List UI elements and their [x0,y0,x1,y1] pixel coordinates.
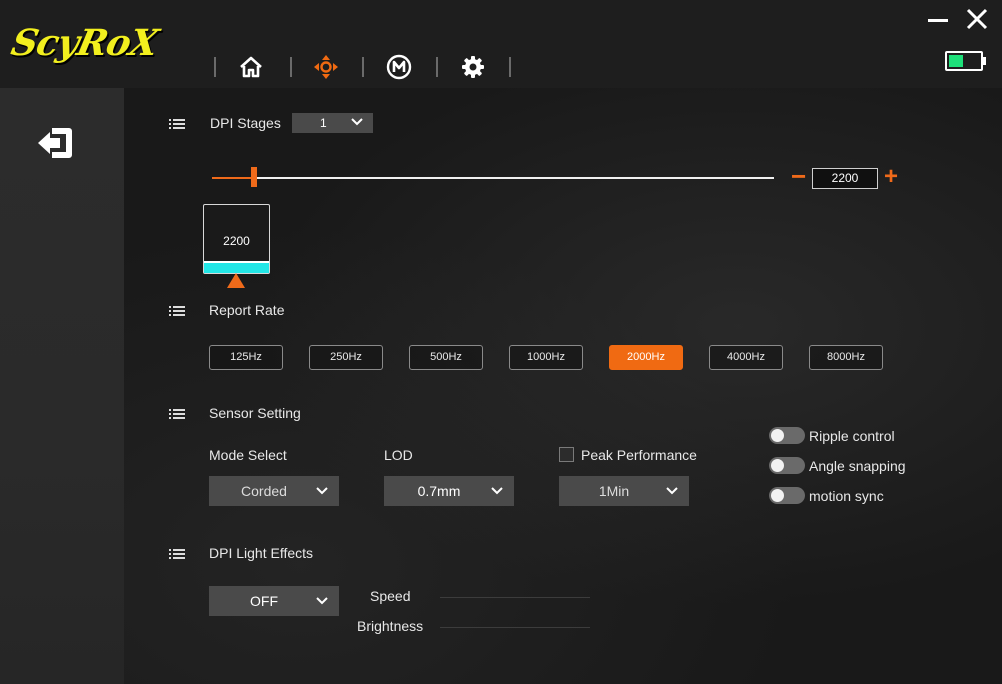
peak-performance-label: Peak Performance [581,447,697,463]
chevron-down-icon [491,487,503,495]
nav-dpi-button[interactable] [311,52,341,82]
rate-option-250[interactable]: 250Hz [309,345,383,370]
chevron-down-icon [316,597,328,605]
chevron-down-icon [316,487,328,495]
home-icon [240,56,262,78]
dpi-stage-card[interactable]: 2200 [203,204,270,274]
menu-lines-icon [169,119,185,129]
peak-performance-value: 1Min [598,483,630,499]
top-bar: ScyRoX [0,0,1002,88]
sensor-setting-title: Sensor Setting [209,405,301,421]
nav-separator [436,57,438,77]
chevron-down-icon [666,487,678,495]
dpi-slider-track[interactable] [212,177,774,179]
rate-option-8000[interactable]: 8000Hz [809,345,883,370]
brightness-label: Brightness [357,618,424,634]
angle-snapping-label: Angle snapping [809,458,906,474]
rate-option-4000[interactable]: 4000Hz [709,345,783,370]
rate-option-1000[interactable]: 1000Hz [509,345,583,370]
stage-selected-arrow-icon [227,273,245,288]
dpi-increase-button[interactable]: + [884,165,902,189]
menu-lines-icon [169,409,185,419]
nav-separator [290,57,292,77]
nav-settings-button[interactable] [458,52,488,82]
mode-select-value: Corded [241,483,287,499]
minimize-button[interactable] [926,8,950,32]
nav-separator [214,57,216,77]
rate-option-125[interactable]: 125Hz [209,345,283,370]
macro-m-icon [386,54,412,80]
dpi-stage-color[interactable] [204,261,269,273]
dpi-stages-value: 1 [320,116,327,130]
crosshair-icon [314,55,338,79]
light-mode-value: OFF [250,593,278,609]
close-icon [966,8,988,30]
mode-select-label: Mode Select [209,447,287,463]
menu-lines-icon [169,549,185,559]
nav-home-button[interactable] [236,52,266,82]
speed-label: Speed [370,588,411,604]
menu-lines-icon [169,306,185,316]
angle-snapping-toggle[interactable] [769,457,805,474]
brightness-slider[interactable] [440,627,590,628]
speed-slider[interactable] [440,597,590,598]
nav-separator [509,57,511,77]
peak-performance-checkbox[interactable] [559,447,574,462]
exit-arrow-icon [38,128,72,158]
lod-label: LOD [384,447,413,463]
back-button[interactable] [36,126,76,160]
rate-option-2000[interactable]: 2000Hz [609,345,683,370]
rate-option-500[interactable]: 500Hz [409,345,483,370]
brand-logo: ScyRoX [8,18,167,70]
battery-indicator [945,51,987,71]
ripple-control-toggle[interactable] [769,427,805,444]
dpi-light-effects-title: DPI Light Effects [209,545,314,561]
dpi-stages-title: DPI Stages [210,115,281,131]
dpi-slider-thumb[interactable] [251,167,258,187]
ripple-control-label: Ripple control [809,428,895,444]
peak-performance-dropdown[interactable]: 1Min [559,476,689,506]
lod-value: 0.7mm [417,483,461,499]
nav-macro-button[interactable] [384,52,414,82]
gear-icon [462,56,484,78]
dpi-stages-select[interactable]: 1 [292,113,373,133]
report-rate-title: Report Rate [209,302,285,318]
battery-icon [945,51,986,71]
dpi-stage-value: 2200 [223,234,250,248]
dpi-slider-fill [212,177,255,179]
lod-dropdown[interactable]: 0.7mm [384,476,514,506]
motion-sync-label: motion sync [809,488,884,504]
mode-select-dropdown[interactable]: Corded [209,476,339,506]
chevron-down-icon [351,118,363,126]
sidebar [0,88,124,684]
close-button[interactable] [964,6,990,32]
light-mode-dropdown[interactable]: OFF [209,586,339,616]
logo-text: ScyRoX [7,22,162,64]
motion-sync-toggle[interactable] [769,487,805,504]
dpi-decrease-button[interactable]: − [791,163,807,189]
dpi-value-input[interactable]: 2200 [812,168,878,189]
nav-separator [362,57,364,77]
